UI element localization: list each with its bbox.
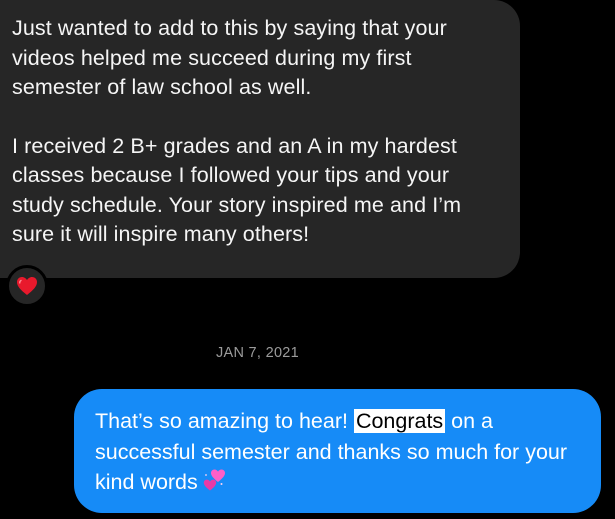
outgoing-message-bubble[interactable]: That’s so amazing to hear! Congrats on a… xyxy=(74,389,601,513)
heart-reaction[interactable] xyxy=(6,265,48,307)
incoming-message-paragraph: I received 2 B+ grades and an A in my ha… xyxy=(12,133,462,247)
incoming-message-bubble[interactable]: Just wanted to add to this by saying tha… xyxy=(0,0,520,278)
conversation-timestamp: JAN 7, 2021 xyxy=(215,345,300,361)
incoming-message-paragraph: Just wanted to add to this by saying tha… xyxy=(12,16,447,99)
selected-word-highlight[interactable]: Congrats xyxy=(353,409,446,433)
red-heart-icon xyxy=(17,277,37,295)
outgoing-text-start: That’s so amazing to hear! xyxy=(95,409,354,433)
two-hearts-icon xyxy=(202,468,228,501)
outgoing-message-text: That’s so amazing to hear! Congrats on a… xyxy=(95,406,585,501)
